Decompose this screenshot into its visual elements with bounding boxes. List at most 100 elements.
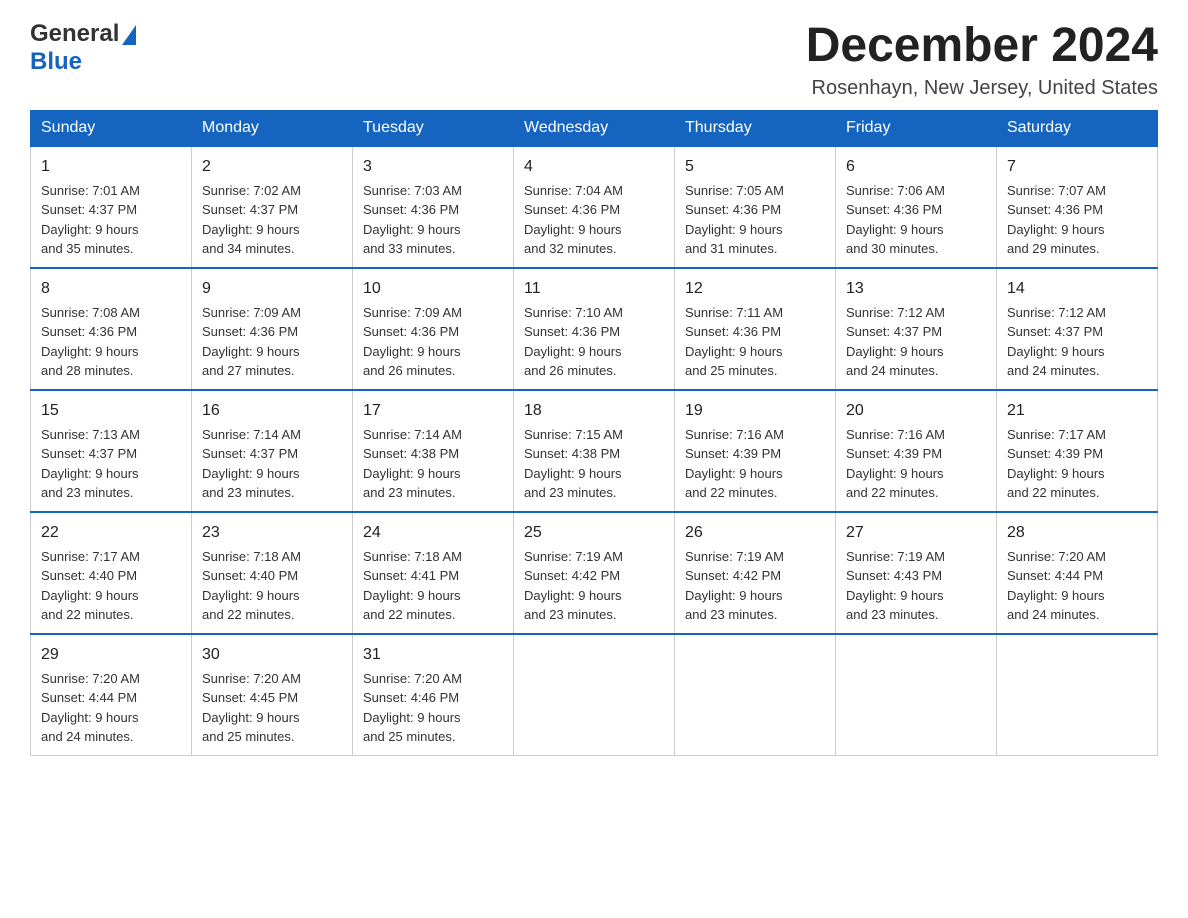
calendar-subtitle: Rosenhayn, New Jersey, United States: [806, 77, 1158, 100]
calendar-week-row-3: 15Sunrise: 7:13 AMSunset: 4:37 PMDayligh…: [31, 390, 1158, 512]
day-info: Sunrise: 7:18 AMSunset: 4:40 PMDaylight:…: [202, 549, 301, 623]
day-info: Sunrise: 7:11 AMSunset: 4:36 PMDaylight:…: [685, 305, 783, 379]
day-number: 17: [363, 399, 503, 423]
calendar-cell: 10Sunrise: 7:09 AMSunset: 4:36 PMDayligh…: [353, 268, 514, 390]
weekday-header-tuesday: Tuesday: [353, 110, 514, 146]
weekday-header-thursday: Thursday: [675, 110, 836, 146]
day-number: 14: [1007, 277, 1147, 301]
day-info: Sunrise: 7:19 AMSunset: 4:42 PMDaylight:…: [524, 549, 623, 623]
day-number: 22: [41, 521, 181, 545]
calendar-cell: 3 Sunrise: 7:03 AMSunset: 4:36 PMDaylight…: [353, 146, 514, 268]
day-info: Sunrise: 7:07 AMSunset: 4:36 PMDaylight:…: [1007, 183, 1106, 257]
day-number: 8: [41, 277, 181, 301]
weekday-header-wednesday: Wednesday: [514, 110, 675, 146]
day-number: 21: [1007, 399, 1147, 423]
calendar-week-row-5: 29 Sunrise: 7:20 AMSunset: 4:44 PMDayligh…: [31, 634, 1158, 756]
day-number: 7: [1007, 155, 1147, 179]
calendar-cell: 28Sunrise: 7:20 AMSunset: 4:44 PMDayligh…: [997, 512, 1158, 634]
day-number: 27: [846, 521, 986, 545]
calendar-cell: 4Sunrise: 7:04 AMSunset: 4:36 PMDaylight…: [514, 146, 675, 268]
day-info: Sunrise: 7:13 AMSunset: 4:37 PMDaylight:…: [41, 427, 140, 501]
calendar-cell: 20 Sunrise: 7:16 AMSunset: 4:39 PMDayligh…: [836, 390, 997, 512]
day-info: Sunrise: 7:18 AMSunset: 4:41 PMDaylight:…: [363, 549, 462, 623]
day-info: Sunrise: 7:16 AMSunset: 4:39 PMDaylight:…: [846, 427, 945, 501]
calendar-cell: 19Sunrise: 7:16 AMSunset: 4:39 PMDayligh…: [675, 390, 836, 512]
day-info: Sunrise: 7:09 AMSunset: 4:36 PMDaylight:…: [202, 305, 301, 379]
day-info: Sunrise: 7:10 AMSunset: 4:36 PMDaylight:…: [524, 305, 623, 379]
calendar-cell: 30 Sunrise: 7:20 AMSunset: 4:45 PMDayligh…: [192, 634, 353, 756]
weekday-header-row: SundayMondayTuesdayWednesdayThursdayFrid…: [31, 110, 1158, 146]
day-info: Sunrise: 7:04 AMSunset: 4:36 PMDaylight:…: [524, 183, 623, 257]
calendar-cell: 2Sunrise: 7:02 AMSunset: 4:37 PMDaylight…: [192, 146, 353, 268]
weekday-header-sunday: Sunday: [31, 110, 192, 146]
day-number: 16: [202, 399, 342, 423]
calendar-cell: 11Sunrise: 7:10 AMSunset: 4:36 PMDayligh…: [514, 268, 675, 390]
calendar-week-row-2: 8 Sunrise: 7:08 AMSunset: 4:36 PMDaylight…: [31, 268, 1158, 390]
calendar-cell: 12 Sunrise: 7:11 AMSunset: 4:36 PMDayligh…: [675, 268, 836, 390]
day-info: Sunrise: 7:19 AMSunset: 4:42 PMDaylight:…: [685, 549, 784, 623]
day-info: Sunrise: 7:12 AMSunset: 4:37 PMDaylight:…: [1007, 305, 1106, 379]
calendar-cell: [514, 634, 675, 756]
calendar-cell: 16 Sunrise: 7:14 AMSunset: 4:37 PMDayligh…: [192, 390, 353, 512]
day-info: Sunrise: 7:06 AMSunset: 4:36 PMDaylight:…: [846, 183, 945, 257]
calendar-cell: 8 Sunrise: 7:08 AMSunset: 4:36 PMDaylight…: [31, 268, 192, 390]
calendar-cell: 17Sunrise: 7:14 AMSunset: 4:38 PMDayligh…: [353, 390, 514, 512]
day-number: 20: [846, 399, 986, 423]
calendar-table: SundayMondayTuesdayWednesdayThursdayFrid…: [30, 110, 1158, 756]
weekday-header-friday: Friday: [836, 110, 997, 146]
calendar-cell: [675, 634, 836, 756]
calendar-title: December 2024: [806, 20, 1158, 73]
calendar-cell: 18 Sunrise: 7:15 AMSunset: 4:38 PMDayligh…: [514, 390, 675, 512]
day-info: Sunrise: 7:20 AMSunset: 4:46 PMDaylight:…: [363, 671, 462, 745]
title-block: December 2024 Rosenhayn, New Jersey, Uni…: [806, 20, 1158, 100]
day-number: 26: [685, 521, 825, 545]
calendar-week-row-1: 1 Sunrise: 7:01 AMSunset: 4:37 PMDaylight…: [31, 146, 1158, 268]
calendar-cell: 21 Sunrise: 7:17 AMSunset: 4:39 PMDayligh…: [997, 390, 1158, 512]
day-number: 30: [202, 643, 342, 667]
day-number: 9: [202, 277, 342, 301]
day-number: 23: [202, 521, 342, 545]
calendar-cell: 9 Sunrise: 7:09 AMSunset: 4:36 PMDaylight…: [192, 268, 353, 390]
logo: General Blue: [30, 20, 136, 76]
day-number: 13: [846, 277, 986, 301]
day-info: Sunrise: 7:14 AMSunset: 4:37 PMDaylight:…: [202, 427, 301, 501]
logo-triangle-icon: [122, 25, 136, 45]
day-number: 18: [524, 399, 664, 423]
day-info: Sunrise: 7:17 AMSunset: 4:39 PMDaylight:…: [1007, 427, 1106, 501]
calendar-cell: 31 Sunrise: 7:20 AMSunset: 4:46 PMDayligh…: [353, 634, 514, 756]
day-info: Sunrise: 7:20 AMSunset: 4:45 PMDaylight:…: [202, 671, 301, 745]
calendar-week-row-4: 22Sunrise: 7:17 AMSunset: 4:40 PMDayligh…: [31, 512, 1158, 634]
day-number: 1: [41, 155, 181, 179]
day-number: 24: [363, 521, 503, 545]
calendar-cell: 24 Sunrise: 7:18 AMSunset: 4:41 PMDayligh…: [353, 512, 514, 634]
day-info: Sunrise: 7:03 AMSunset: 4:36 PMDaylight:…: [363, 183, 462, 257]
day-number: 29: [41, 643, 181, 667]
calendar-cell: 6 Sunrise: 7:06 AMSunset: 4:36 PMDaylight…: [836, 146, 997, 268]
day-number: 10: [363, 277, 503, 301]
calendar-cell: 25 Sunrise: 7:19 AMSunset: 4:42 PMDayligh…: [514, 512, 675, 634]
calendar-cell: [997, 634, 1158, 756]
calendar-cell: 5 Sunrise: 7:05 AMSunset: 4:36 PMDaylight…: [675, 146, 836, 268]
day-info: Sunrise: 7:20 AMSunset: 4:44 PMDaylight:…: [41, 671, 140, 745]
calendar-cell: 27Sunrise: 7:19 AMSunset: 4:43 PMDayligh…: [836, 512, 997, 634]
weekday-header-saturday: Saturday: [997, 110, 1158, 146]
day-info: Sunrise: 7:15 AMSunset: 4:38 PMDaylight:…: [524, 427, 623, 501]
calendar-cell: 22Sunrise: 7:17 AMSunset: 4:40 PMDayligh…: [31, 512, 192, 634]
calendar-cell: 23 Sunrise: 7:18 AMSunset: 4:40 PMDayligh…: [192, 512, 353, 634]
day-info: Sunrise: 7:02 AMSunset: 4:37 PMDaylight:…: [202, 183, 301, 257]
day-number: 5: [685, 155, 825, 179]
calendar-cell: [836, 634, 997, 756]
day-number: 12: [685, 277, 825, 301]
day-info: Sunrise: 7:05 AMSunset: 4:36 PMDaylight:…: [685, 183, 784, 257]
day-number: 28: [1007, 521, 1147, 545]
day-number: 3: [363, 155, 503, 179]
calendar-cell: 29 Sunrise: 7:20 AMSunset: 4:44 PMDayligh…: [31, 634, 192, 756]
day-number: 6: [846, 155, 986, 179]
day-info: Sunrise: 7:01 AMSunset: 4:37 PMDaylight:…: [41, 183, 140, 257]
day-info: Sunrise: 7:08 AMSunset: 4:36 PMDaylight:…: [41, 305, 140, 379]
day-number: 25: [524, 521, 664, 545]
calendar-cell: 26 Sunrise: 7:19 AMSunset: 4:42 PMDayligh…: [675, 512, 836, 634]
day-number: 31: [363, 643, 503, 667]
logo-blue-text: Blue: [30, 48, 82, 75]
logo-general-text: General: [30, 20, 119, 48]
